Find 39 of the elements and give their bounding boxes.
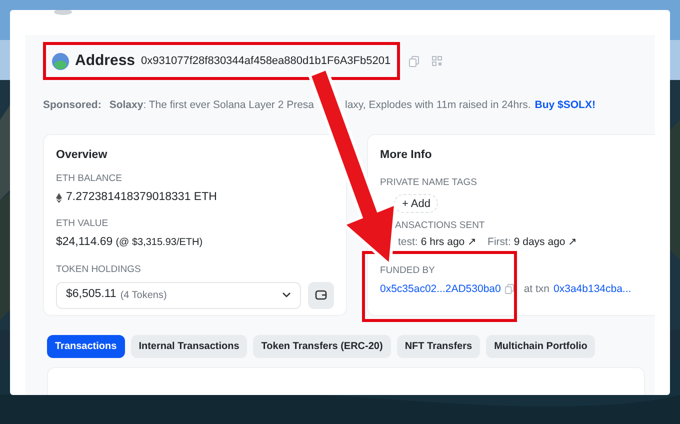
tab[interactable]: Transactions bbox=[47, 334, 125, 358]
avatar-icon bbox=[52, 52, 69, 70]
latest-link[interactable]: 6 hrs ago ↗ bbox=[420, 234, 477, 250]
wallet-button[interactable] bbox=[308, 282, 334, 308]
funder-link[interactable]: 0x5c35ac02...2AD530ba0 bbox=[380, 282, 501, 298]
eth-price: (@ $3,315.93/ETH) bbox=[116, 236, 203, 250]
token-dropdown[interactable]: $6,505.11 (4 Tokens) bbox=[56, 282, 301, 308]
field-label: ETH BALANCE bbox=[56, 173, 123, 185]
tab[interactable]: Multichain Portfolio bbox=[486, 334, 596, 358]
first-label: First: bbox=[488, 234, 511, 250]
tab[interactable]: Internal Transactions bbox=[130, 334, 248, 358]
field-label: TOKEN HOLDINGS bbox=[56, 264, 142, 276]
sponsor-link[interactable]: Buy $SOLX! bbox=[534, 98, 596, 114]
first-link[interactable]: 9 days ago ↗ bbox=[514, 234, 578, 250]
wallet-icon bbox=[314, 290, 327, 300]
address-heading: Address bbox=[75, 50, 136, 71]
qr-code-icon[interactable] bbox=[432, 56, 442, 66]
eth-value: $24,114.69 bbox=[56, 235, 113, 250]
latest-label: test: bbox=[398, 234, 418, 250]
field-label: ETH VALUE bbox=[56, 218, 110, 230]
card-title: Overview bbox=[56, 148, 108, 163]
address-hash: 0x931077f28f830344af458ea880d1b1F6A3Fb5201 bbox=[141, 54, 391, 69]
copy-icon[interactable] bbox=[504, 284, 514, 294]
field-label: FUNDED BY bbox=[380, 264, 436, 278]
ethereum-icon bbox=[56, 192, 62, 203]
sponsored-text: Solaxy: The first ever Solana Layer 2 Presa bbox=[109, 98, 314, 113]
field-label: ANSACTIONS SENT bbox=[395, 219, 486, 234]
copy-icon[interactable] bbox=[408, 56, 419, 66]
chevron-down-icon bbox=[282, 292, 291, 298]
sponsored-label: Sponsored: bbox=[43, 98, 102, 113]
field-label: PRIVATE NAME TAGS bbox=[380, 176, 478, 190]
tab[interactable]: NFT Transfers bbox=[396, 334, 480, 358]
eth-balance: 7.272381418379018331 ETH bbox=[66, 190, 217, 205]
txn-label: at txn bbox=[524, 282, 550, 296]
sponsored-text: laxy, Explodes with 11m raised in 24hrs. bbox=[345, 98, 531, 113]
logo-icon bbox=[53, 10, 73, 16]
card-title: More Info bbox=[380, 148, 433, 163]
tab[interactable]: Token Transfers (ERC-20) bbox=[253, 334, 391, 358]
txn-link[interactable]: 0x3a4b134cba... bbox=[554, 282, 632, 298]
